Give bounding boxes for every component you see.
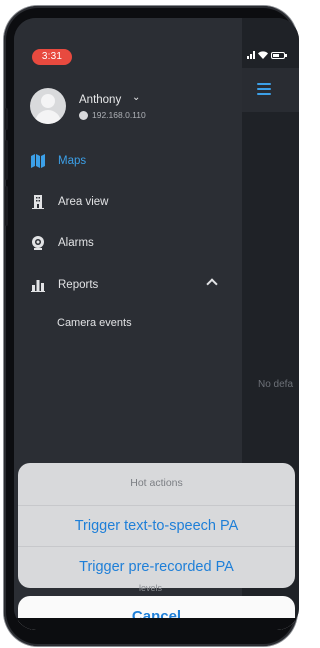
status-time: 3:31 bbox=[32, 49, 72, 65]
avatar[interactable] bbox=[30, 88, 66, 124]
screen-bottom-edge bbox=[14, 618, 299, 630]
building-icon bbox=[32, 195, 44, 209]
partial-empty-text: No defa bbox=[258, 379, 294, 390]
user-name[interactable]: Anthony bbox=[79, 94, 121, 106]
side-button bbox=[5, 186, 8, 226]
status-icons bbox=[247, 51, 287, 59]
trigger-tts-pa-button[interactable]: Trigger text-to-speech PA bbox=[18, 505, 295, 545]
globe-icon bbox=[79, 111, 88, 120]
nav-label: Alarms bbox=[58, 237, 94, 249]
nav-item-alarms[interactable]: Alarms bbox=[14, 230, 242, 256]
chevron-down-icon[interactable]: ⌄ bbox=[132, 92, 140, 103]
side-button bbox=[5, 140, 8, 180]
alarm-icon bbox=[32, 236, 44, 250]
sheet-title: Hot actions bbox=[130, 477, 183, 489]
screen: No defa Anthony ⌄ 192.168.0.110 Maps Are… bbox=[14, 18, 299, 630]
trigger-prerecorded-pa-button[interactable]: Trigger pre-recorded PA bbox=[18, 546, 295, 586]
bar-chart-icon bbox=[31, 280, 45, 292]
nav-item-maps[interactable]: Maps bbox=[14, 148, 242, 174]
hot-actions-sheet: Hot actions Trigger text-to-speech PA Tr… bbox=[18, 463, 295, 588]
wifi-icon bbox=[258, 51, 268, 59]
user-ip: 192.168.0.110 bbox=[92, 110, 146, 120]
nav-subitem-camera-events[interactable]: Camera events bbox=[57, 317, 132, 329]
nav-item-area-view[interactable]: Area view bbox=[14, 189, 242, 215]
menu-icon[interactable] bbox=[257, 83, 271, 95]
signal-icon bbox=[247, 51, 255, 59]
map-icon bbox=[31, 154, 45, 168]
nav-label: Reports bbox=[58, 279, 99, 291]
nav-label: Maps bbox=[58, 155, 87, 167]
nav-label: Area view bbox=[58, 196, 109, 208]
side-button bbox=[5, 108, 8, 130]
battery-icon bbox=[271, 51, 287, 59]
phone: No defa Anthony ⌄ 192.168.0.110 Maps Are… bbox=[0, 0, 301, 648]
background-text: levels bbox=[139, 583, 163, 593]
